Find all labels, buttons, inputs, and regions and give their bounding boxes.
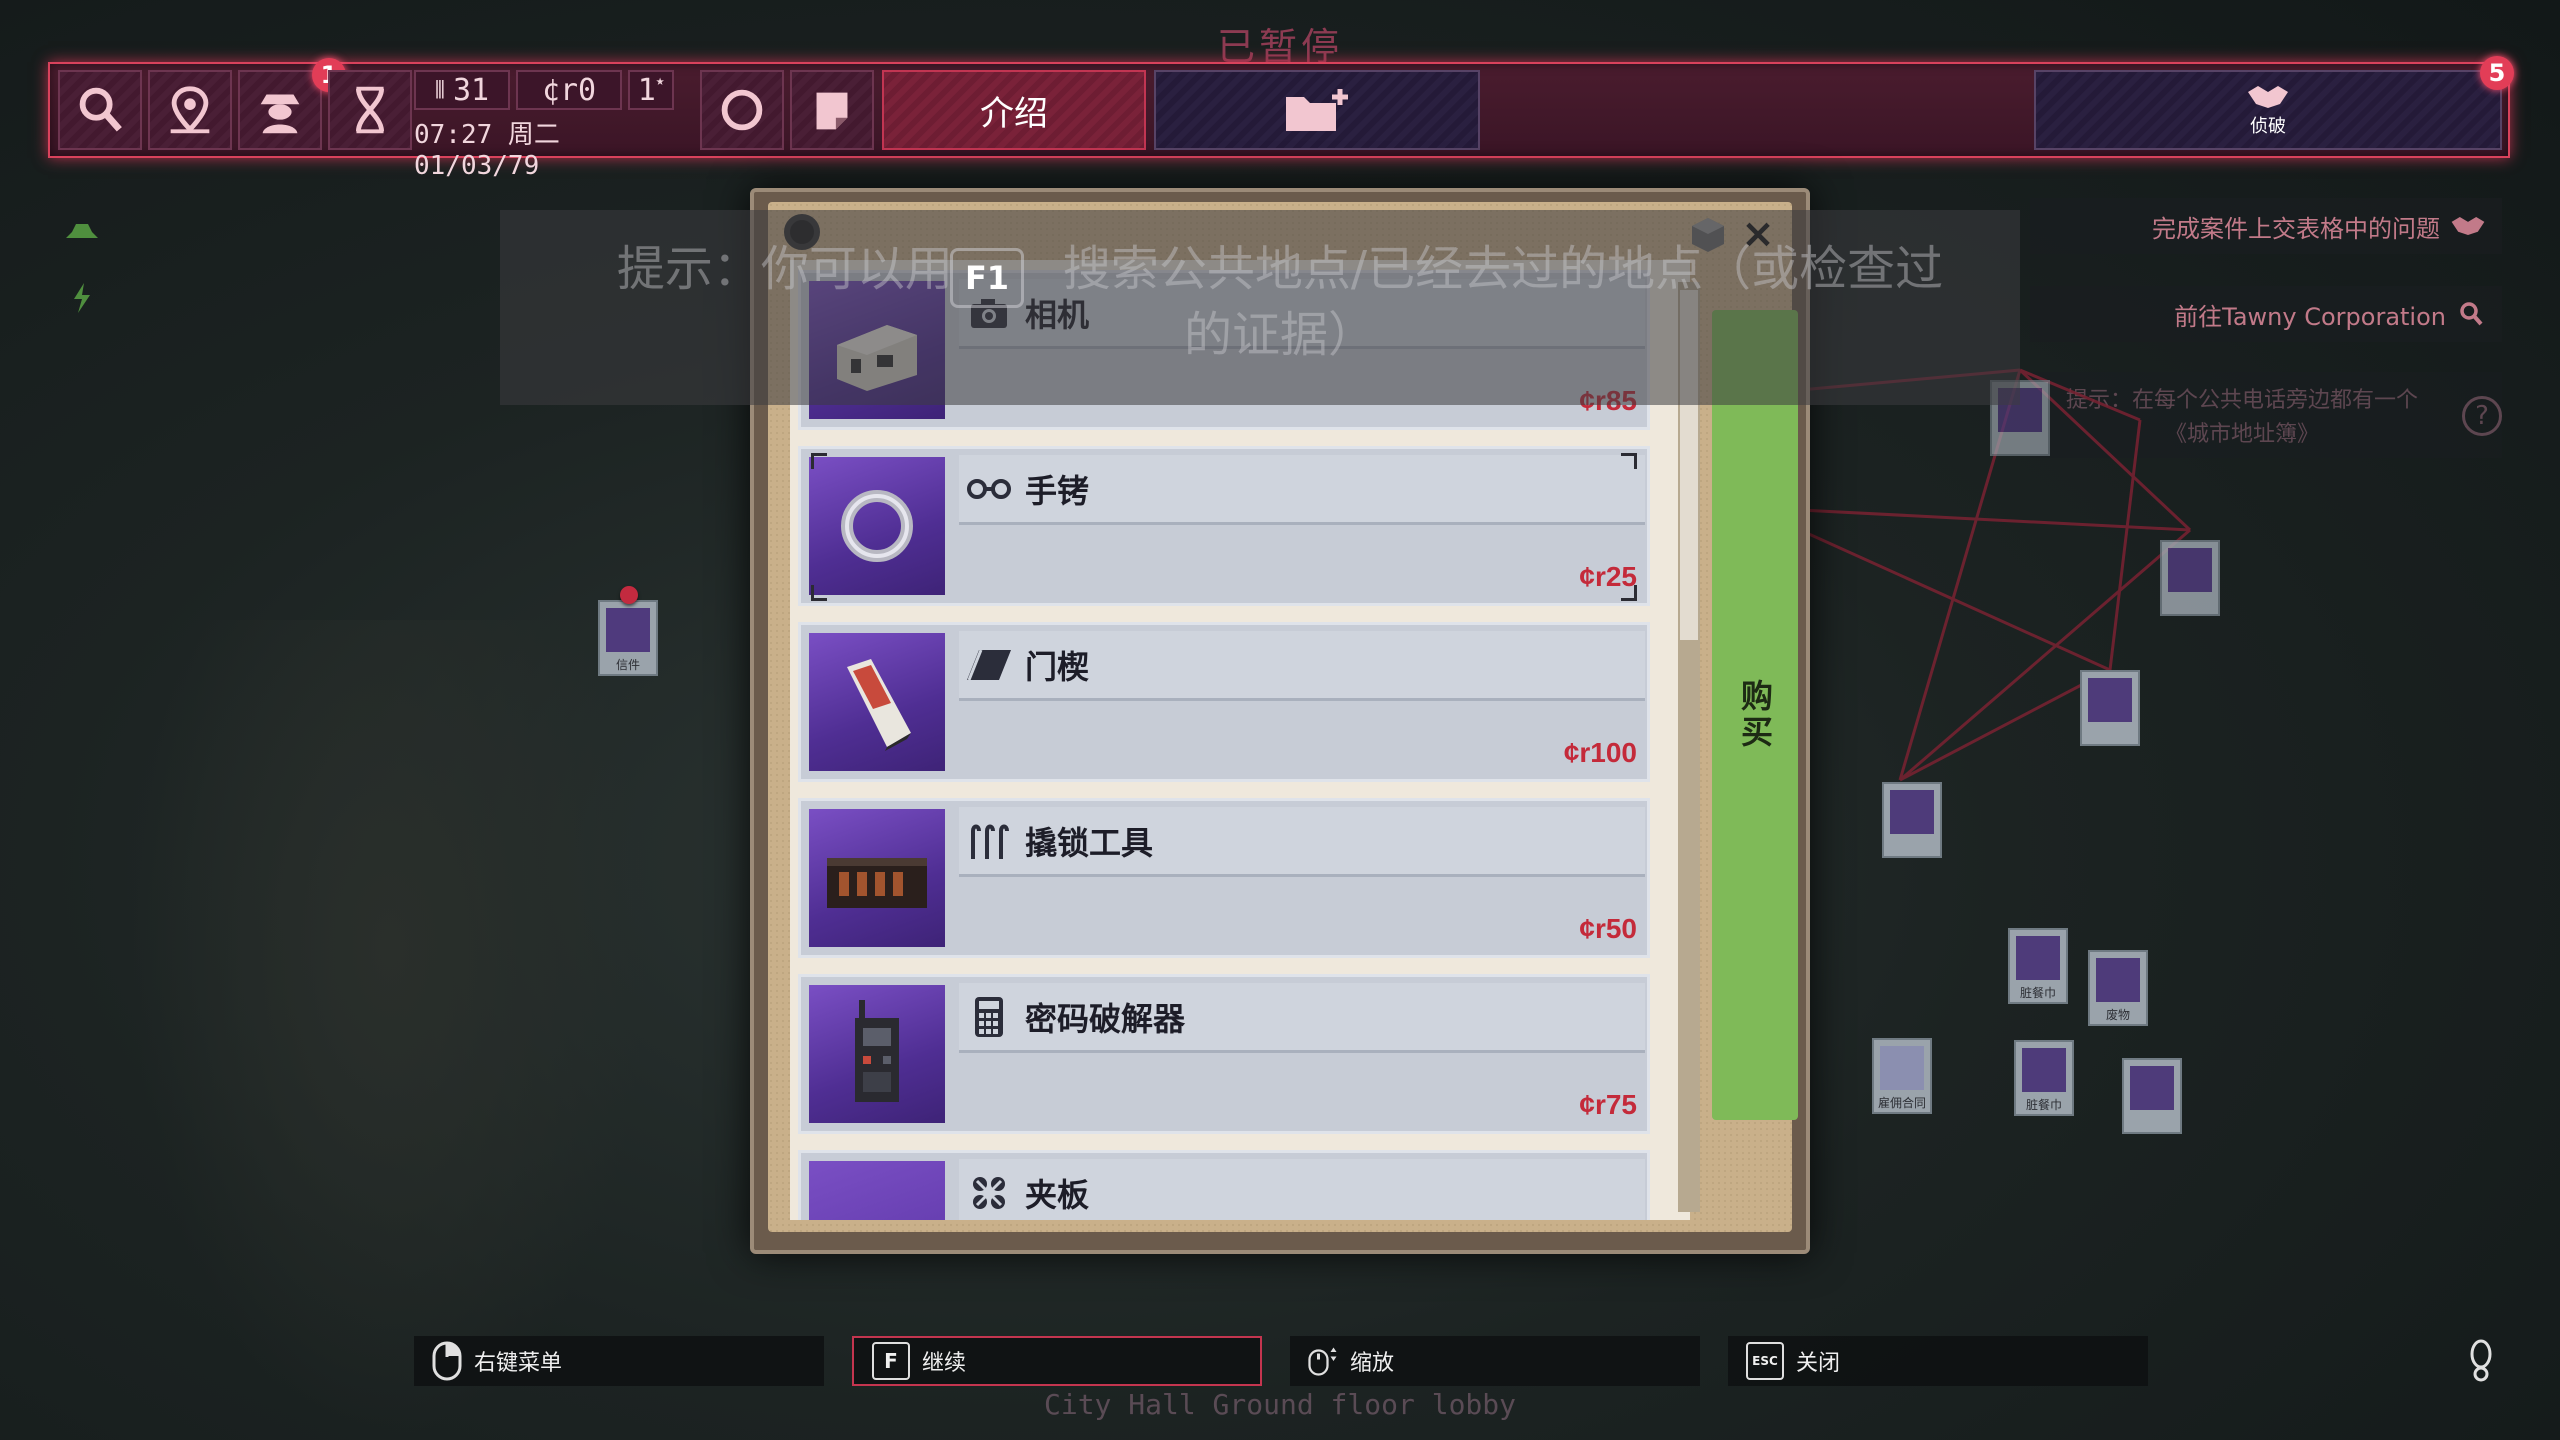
selection-corner	[811, 453, 827, 469]
evidence-note[interactable]	[2122, 1058, 2182, 1134]
mouse-right-icon	[432, 1341, 462, 1381]
location-label: City Hall Ground floor lobby	[1043, 1388, 1516, 1421]
lockpick-icon	[965, 817, 1013, 865]
search-button[interactable]	[58, 70, 142, 150]
money-counter: ¢r0	[516, 70, 622, 110]
item-price: ¢r75	[1579, 1089, 1637, 1120]
evidence-note[interactable]: 废物	[2088, 950, 2148, 1026]
solve-case-button[interactable]: 侦破	[2034, 70, 2502, 150]
selection-corner	[1621, 453, 1637, 469]
evidence-note[interactable]: 脏餐巾	[2008, 928, 2068, 1004]
control-right-click-menu[interactable]: 右键菜单	[414, 1336, 824, 1386]
handshake-icon	[2248, 86, 2288, 108]
f-key-icon: F	[872, 1342, 910, 1380]
star-counter: 1 ★	[628, 70, 674, 110]
objective-go-to-location[interactable]: 前往Tawny Corporation	[2030, 286, 2502, 342]
shop-item[interactable]: 夹板	[798, 1150, 1650, 1220]
evidence-note[interactable]: 信件	[598, 600, 658, 676]
hat-icon[interactable]	[60, 210, 104, 254]
shop-item[interactable]: 手铐 ¢r25	[798, 446, 1650, 606]
energy-icon[interactable]	[60, 276, 104, 320]
lockpick-icon: ⫴	[434, 76, 445, 104]
dna-icon	[355, 86, 385, 134]
item-name: 密码破解器	[1025, 999, 1186, 1038]
evidence-note[interactable]: 脏餐巾	[2014, 1040, 2074, 1116]
item-price: ¢r100	[1563, 737, 1637, 768]
selection-corner	[1621, 585, 1637, 601]
hint-text: 提示：你可以用 搜索公共地点/已经去过的地点（或检查过 的证据）	[616, 241, 1944, 363]
solve-notification-badge: 5	[2480, 56, 2514, 90]
item-name: 门楔	[1025, 647, 1090, 686]
evidence-note[interactable]	[2080, 670, 2140, 746]
item-thumbnail	[809, 1161, 945, 1220]
magnifier-icon	[79, 87, 122, 132]
notes-button[interactable]	[790, 70, 874, 150]
intro-button[interactable]: 介绍	[882, 70, 1146, 150]
map-button[interactable]	[148, 70, 232, 150]
handcuffs-icon	[965, 465, 1013, 513]
sticky-note-icon	[816, 92, 848, 130]
detective-icon	[260, 94, 300, 134]
evidence-note[interactable]: 雇佣合同	[1872, 1038, 1932, 1114]
buy-tab[interactable]: 购买	[1712, 310, 1798, 1120]
lockpick-counter: ⫴ 31	[414, 70, 510, 110]
item-thumbnail	[809, 457, 945, 595]
map-pin-icon	[170, 86, 210, 134]
people-button[interactable]	[238, 70, 322, 150]
item-thumbnail	[809, 809, 945, 947]
mouse-scroll-icon	[1308, 1347, 1337, 1376]
ring-icon	[721, 89, 763, 131]
folder-add-icon	[1286, 89, 1348, 131]
shop-item[interactable]: 门楔 ¢r100	[798, 622, 1650, 782]
dna-button[interactable]	[328, 70, 412, 150]
help-icon[interactable]: ?	[2462, 396, 2502, 436]
f1-key-icon: F1	[950, 248, 1024, 308]
star-icon: ★	[655, 73, 665, 89]
control-zoom[interactable]: 缩放	[1290, 1336, 1700, 1386]
shop-item[interactable]: 撬锁工具 ¢r50	[798, 798, 1650, 958]
objective-solve-case[interactable]: 完成案件上交表格中的问题	[2030, 198, 2502, 254]
door-wedge-icon	[965, 641, 1013, 689]
item-name: 手铐	[1025, 471, 1090, 510]
item-name: 撬锁工具	[1025, 823, 1154, 862]
item-name: 夹板	[1025, 1175, 1090, 1214]
item-thumbnail	[809, 985, 945, 1123]
case-button[interactable]	[700, 70, 784, 150]
handshake-icon	[2451, 217, 2485, 235]
selection-corner	[811, 585, 827, 601]
splint-icon	[965, 1169, 1013, 1217]
date-time: 07:27 周二 01/03/79	[414, 120, 560, 181]
shop-item[interactable]: 密码破解器 ¢r75	[798, 974, 1650, 1134]
item-thumbnail	[809, 633, 945, 771]
footprint-icon	[2470, 1339, 2492, 1382]
item-price: ¢r50	[1579, 913, 1637, 944]
magnifier-icon	[2460, 302, 2483, 326]
background-scene	[130, 620, 650, 1440]
control-continue[interactable]: F 继续	[852, 1336, 1262, 1386]
pin	[620, 586, 638, 604]
calculator-icon	[965, 993, 1013, 1041]
esc-key-icon: ESC	[1746, 1342, 1784, 1380]
control-close[interactable]: ESC 关闭	[1728, 1336, 2148, 1386]
new-case-folder-button[interactable]	[1154, 70, 1480, 150]
evidence-note[interactable]	[1882, 782, 1942, 858]
evidence-note[interactable]	[2160, 540, 2220, 616]
